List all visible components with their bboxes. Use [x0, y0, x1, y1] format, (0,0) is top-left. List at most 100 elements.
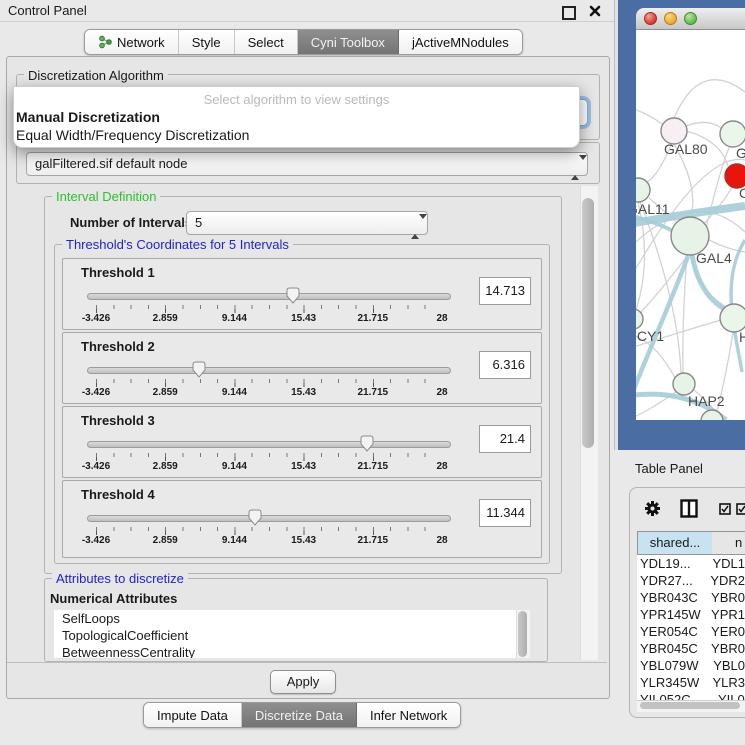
gear-icon[interactable]: [644, 500, 661, 520]
discretization-algorithm-group-label: Discretization Algorithm: [24, 68, 168, 83]
threshold-2-slider[interactable]: [91, 361, 441, 379]
table-data-combobox[interactable]: galFiltered.sif default node: [26, 152, 588, 176]
node-hap2[interactable]: [673, 373, 695, 395]
minimize-traffic-light-icon[interactable]: [664, 12, 677, 25]
table-panel-title: Table Panel: [635, 461, 703, 476]
screenshot-root: Control Panel Network Style Select Cyni …: [0, 0, 745, 745]
interval-definition-group-label: Interval Definition: [52, 189, 160, 204]
bottom-tab-bar: Impute Data Discretize Data Infer Networ…: [143, 702, 461, 728]
threshold-3-panel: Threshold 3 -3.426 2.859 9.144 15.43 21.…: [62, 406, 542, 478]
tab-infer-network[interactable]: Infer Network: [357, 703, 460, 727]
slider-ticks: [96, 379, 442, 387]
algorithm-placeholder-option[interactable]: Select algorithm to view settings: [14, 92, 579, 107]
attributes-group-label: Attributes to discretize: [52, 571, 188, 586]
tab-network-label: Network: [117, 35, 165, 50]
list-item[interactable]: TopologicalCoefficient: [54, 627, 516, 644]
threshold-4-value-field[interactable]: 11.344: [479, 499, 531, 527]
checkbox-icon[interactable]: [719, 503, 731, 518]
node-h-partial[interactable]: [720, 304, 745, 332]
table-row[interactable]: YPR145WYPR1: [637, 606, 745, 623]
attributes-scrollbar-thumb[interactable]: [518, 611, 527, 657]
numerical-attributes-list: SelfLoops TopologicalCoefficient Between…: [54, 610, 516, 658]
slider-thumb[interactable]: [360, 435, 375, 452]
float-icon[interactable]: [562, 6, 576, 20]
node-label: GAL: [736, 145, 745, 161]
table-row[interactable]: YLR345WYLR3: [637, 674, 745, 691]
tab-impute-data[interactable]: Impute Data: [144, 703, 242, 727]
algorithm-dropdown-popup: Select algorithm to view settings Manual…: [13, 86, 580, 148]
slider-thumb[interactable]: [286, 287, 301, 304]
tab-cyni-toolbox[interactable]: Cyni Toolbox: [298, 30, 399, 54]
divider: [7, 662, 607, 663]
table-row[interactable]: YDL19...YDL1: [637, 555, 745, 572]
node-label: GAL4: [696, 250, 732, 266]
threshold-4-panel: Threshold 4 -3.426 2.859 9.144 15.43 21.…: [62, 480, 542, 558]
close-icon[interactable]: [588, 4, 602, 18]
checkbox-icon[interactable]: [736, 503, 745, 518]
slider-track[interactable]: [87, 441, 451, 448]
table-row[interactable]: YIL052CYIL0: [637, 691, 745, 700]
settings-scrollbar-thumb[interactable]: [582, 198, 594, 448]
node-label: C: [739, 185, 745, 201]
node-gcy1[interactable]: [636, 309, 643, 329]
tab-style[interactable]: Style: [179, 30, 235, 54]
number-of-intervals-combobox[interactable]: 5: [186, 211, 428, 235]
number-of-intervals-label: Number of Intervals: [70, 215, 192, 230]
node-table: YDL19...YDL1 YDR27...YDR2 YBR043CYBR0 YP…: [637, 555, 745, 700]
node-bottom-partial[interactable]: [701, 410, 723, 420]
slider-thumb[interactable]: [192, 361, 207, 378]
tab-jactivemnodules[interactable]: jActiveMNodules: [399, 30, 522, 54]
threshold-3-slider[interactable]: [91, 435, 441, 453]
threshold-4-slider[interactable]: [91, 509, 441, 527]
threshold-2-value-field[interactable]: 6.316: [479, 351, 531, 379]
table-row[interactable]: YBR043CYBR0: [637, 589, 745, 606]
slider-track[interactable]: [87, 515, 451, 522]
slider-tick-labels: -3.426 2.859 9.144 15.43 21.715 28: [96, 535, 442, 547]
slider-ticks: [96, 305, 442, 313]
number-of-intervals-value: 5: [195, 215, 202, 230]
table-row[interactable]: YBR045CYBR0: [637, 640, 745, 657]
slider-track[interactable]: [87, 367, 451, 374]
numerical-attributes-label: Numerical Attributes: [50, 591, 177, 606]
slider-track[interactable]: [87, 293, 451, 300]
column-header-name[interactable]: n: [712, 531, 745, 555]
close-traffic-light-icon[interactable]: [644, 12, 657, 25]
slider-ticks: [96, 527, 442, 535]
node-label: GCY1: [636, 328, 664, 344]
network-canvas[interactable]: GAL80 GAL C GAL11 GAL4 GCY1 H HAP2: [636, 30, 745, 420]
column-header-shared-name[interactable]: shared...: [637, 531, 713, 555]
table-hscrollbar-thumb[interactable]: [640, 702, 740, 709]
table-data-selected-value: galFiltered.sif default node: [35, 156, 187, 171]
list-item[interactable]: BetweennessCentrality: [54, 644, 516, 658]
threshold-3-value-field[interactable]: 21.4: [479, 425, 531, 453]
node-partial-top-right[interactable]: [720, 121, 745, 147]
table-row[interactable]: YDR27...YDR2: [637, 572, 745, 589]
network-icon: [98, 35, 112, 49]
algorithm-option-equal-width[interactable]: Equal Width/Frequency Discretization: [16, 127, 249, 143]
zoom-traffic-light-icon[interactable]: [684, 12, 697, 25]
top-tab-bar: Network Style Select Cyni Toolbox jActiv…: [84, 29, 523, 55]
table-row[interactable]: YBL079WYBL0: [637, 657, 745, 674]
threshold-1-slider[interactable]: [91, 287, 441, 305]
node-label: HAP2: [688, 393, 725, 409]
slider-thumb[interactable]: [248, 509, 263, 526]
threshold-3-label: Threshold 3: [81, 413, 155, 428]
apply-button[interactable]: Apply: [270, 670, 336, 694]
list-item[interactable]: SelfLoops: [54, 610, 516, 627]
threshold-1-value-field[interactable]: 14.713: [479, 277, 531, 305]
threshold-4-label: Threshold 4: [81, 487, 155, 502]
tab-select[interactable]: Select: [235, 30, 298, 54]
split-column-icon[interactable]: [680, 499, 698, 521]
control-panel-titlebar: Control Panel: [0, 0, 614, 22]
tab-network[interactable]: Network: [85, 30, 179, 54]
network-view-window: GAL80 GAL C GAL11 GAL4 GCY1 H HAP2: [618, 0, 745, 450]
network-window-titlebar[interactable]: [636, 8, 745, 30]
threshold-1-label: Threshold 1: [81, 265, 155, 280]
slider-tick-labels: -3.426 2.859 9.144 15.43 21.715 28: [96, 387, 442, 399]
algorithm-option-manual[interactable]: Manual Discretization: [16, 109, 160, 125]
tab-discretize-data[interactable]: Discretize Data: [242, 703, 357, 727]
node-label: GAL11: [636, 201, 670, 217]
table-row[interactable]: YER054CYER0: [637, 623, 745, 640]
threshold-2-label: Threshold 2: [81, 339, 155, 354]
thresholds-group-label: Threshold's Coordinates for 5 Intervals: [62, 237, 293, 252]
